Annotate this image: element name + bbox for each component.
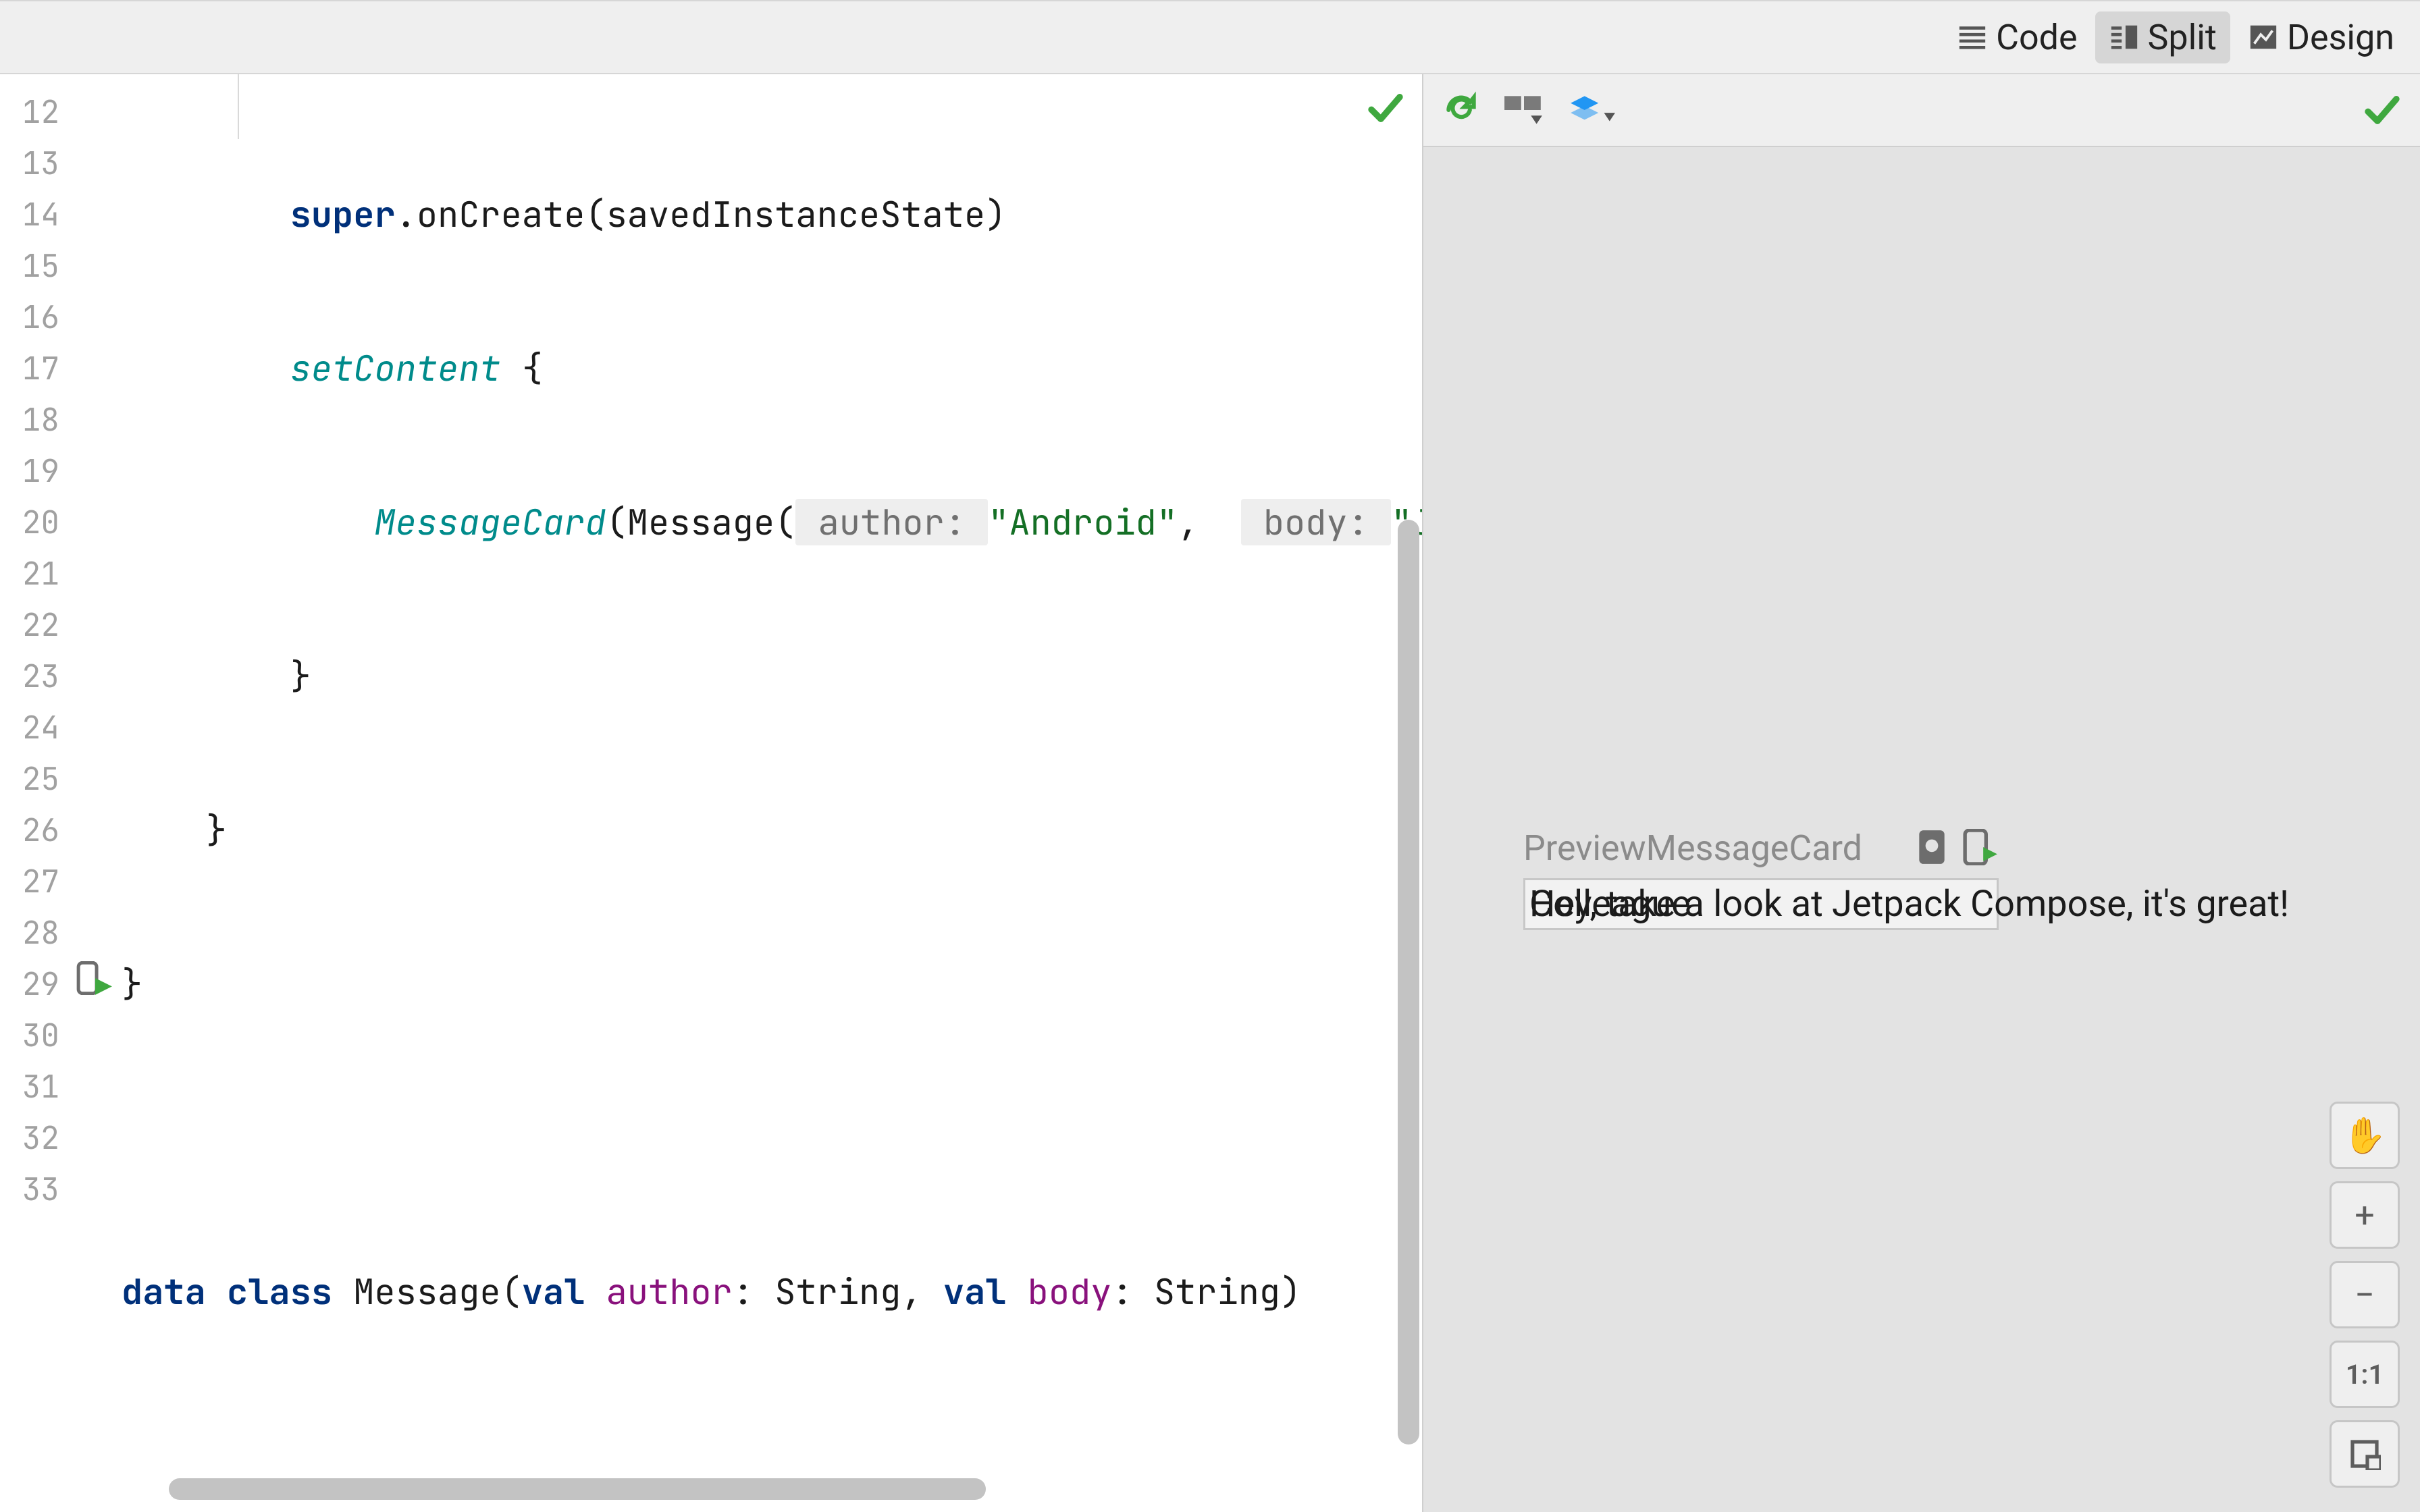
preview-pane: PreviewMessageCard xyxy=(1422,74,2420,1512)
line-number[interactable]: 33 xyxy=(0,1164,122,1215)
preview-text-body: Hey, take a look at Jetpack Compose, it'… xyxy=(1529,883,2289,925)
kw-val: val xyxy=(522,1268,585,1315)
param-hint: body: xyxy=(1241,499,1391,545)
line-number[interactable]: 17 xyxy=(0,343,122,394)
view-mode-split-button[interactable]: Split xyxy=(2095,11,2230,63)
line-number[interactable]: 29 xyxy=(0,959,122,1010)
view-mode-toolbar: Code Split Design xyxy=(0,0,2420,74)
kw-class: class xyxy=(227,1268,332,1315)
line-number[interactable]: 23 xyxy=(0,651,122,702)
code-text: , xyxy=(1178,499,1241,545)
line-number[interactable]: 12 xyxy=(0,86,122,138)
pan-button[interactable]: ✋ xyxy=(2330,1102,2400,1169)
view-mode-design-button[interactable]: Design xyxy=(2234,11,2408,63)
interactive-preview-icon[interactable] xyxy=(1916,829,1947,868)
line-number[interactable]: 31 xyxy=(0,1061,122,1112)
line-number[interactable]: 14 xyxy=(0,189,122,240)
zoom-fit-button[interactable] xyxy=(2330,1420,2400,1488)
preview-render: Colleague Hey, take a look at Jetpack Co… xyxy=(1523,878,1999,930)
string-literal: "Android" xyxy=(988,499,1178,545)
line-number[interactable]: 15 xyxy=(0,240,122,292)
line-number[interactable]: 27 xyxy=(0,856,122,907)
preview-canvas[interactable]: PreviewMessageCard xyxy=(1423,147,2420,1512)
line-number[interactable]: 19 xyxy=(0,446,122,497)
kw-super: super xyxy=(290,191,396,238)
call-messagecard: MessageCard xyxy=(374,499,606,545)
zoom-in-button[interactable]: + xyxy=(2330,1181,2400,1249)
code-text: } xyxy=(290,653,311,699)
code-text: { xyxy=(501,345,543,392)
code-text: .onCreate(savedInstanceState) xyxy=(396,191,1007,238)
editor-vertical-scrollbar[interactable] xyxy=(1398,520,1419,1444)
line-number[interactable]: 13 xyxy=(0,138,122,189)
kw-val: val xyxy=(943,1268,1007,1315)
code-text: } xyxy=(122,961,142,1007)
editor-horizontal-scrollbar[interactable] xyxy=(169,1478,986,1500)
line-number[interactable]: 25 xyxy=(0,753,122,805)
editor-code[interactable]: super.onCreate(savedInstanceState) setCo… xyxy=(122,74,1422,1512)
device-config-button[interactable] xyxy=(1503,91,1545,129)
refresh-icon xyxy=(1442,91,1480,129)
code-text: } xyxy=(206,807,227,853)
zoom-reset-button[interactable]: 1:1 xyxy=(2330,1341,2400,1408)
design-icon xyxy=(2248,22,2279,53)
code-text: (Message( xyxy=(606,499,796,545)
view-mode-code-label: Code xyxy=(1996,17,2077,58)
line-number[interactable]: 28 xyxy=(0,907,122,959)
editor-pane[interactable]: 1213141516171819202122232425262728293031… xyxy=(0,74,1422,1512)
deploy-preview-icon[interactable] xyxy=(1962,829,1999,868)
field-body: body xyxy=(1006,1268,1111,1315)
preview-composable: PreviewMessageCard xyxy=(1523,828,1999,930)
preview-toolbar xyxy=(1423,74,2420,147)
refresh-button[interactable] xyxy=(1442,91,1480,129)
inspection-ok-icon[interactable] xyxy=(1367,89,1404,130)
call-setcontent: setContent xyxy=(290,345,501,392)
run-preview-gutter-icon[interactable] xyxy=(76,959,115,1010)
param-hint: author: xyxy=(795,499,988,545)
line-number[interactable]: 24 xyxy=(0,702,122,753)
app-root: Code Split Design 121314151617181 xyxy=(0,0,2420,1512)
line-number[interactable]: 30 xyxy=(0,1010,122,1061)
fit-screen-icon xyxy=(2348,1438,2381,1470)
preview-title-row: PreviewMessageCard xyxy=(1523,828,1999,869)
line-number[interactable]: 16 xyxy=(0,292,122,343)
line-number[interactable]: 26 xyxy=(0,805,122,856)
view-mode-design-label: Design xyxy=(2287,17,2394,58)
line-number[interactable]: 18 xyxy=(0,394,122,446)
zoom-out-button[interactable]: − xyxy=(2330,1261,2400,1328)
editor-gutter: 1213141516171819202122232425262728293031… xyxy=(0,74,122,1512)
code-text: Message( xyxy=(332,1268,522,1315)
layers-icon xyxy=(1568,91,1615,129)
code-text: : String) xyxy=(1112,1268,1302,1315)
code-text: : String, xyxy=(733,1268,943,1315)
split-container: 1213141516171819202122232425262728293031… xyxy=(0,74,2420,1512)
layers-button[interactable] xyxy=(1568,91,1615,129)
code-lines-icon xyxy=(1957,22,1988,53)
device-config-icon xyxy=(1503,91,1545,129)
zoom-controls: ✋ + − 1:1 xyxy=(2330,1102,2400,1488)
line-number[interactable]: 21 xyxy=(0,548,122,599)
preview-status-ok-icon[interactable] xyxy=(2363,91,2401,129)
preview-title: PreviewMessageCard xyxy=(1523,828,1862,869)
field-author: author xyxy=(585,1268,732,1315)
view-mode-split-label: Split xyxy=(2148,17,2217,58)
line-number[interactable]: 32 xyxy=(0,1112,122,1164)
line-number[interactable]: 20 xyxy=(0,497,122,548)
line-number[interactable]: 22 xyxy=(0,599,122,651)
view-mode-code-button[interactable]: Code xyxy=(1943,11,2090,63)
split-icon xyxy=(2109,22,2140,53)
kw-data: data xyxy=(122,1268,206,1315)
